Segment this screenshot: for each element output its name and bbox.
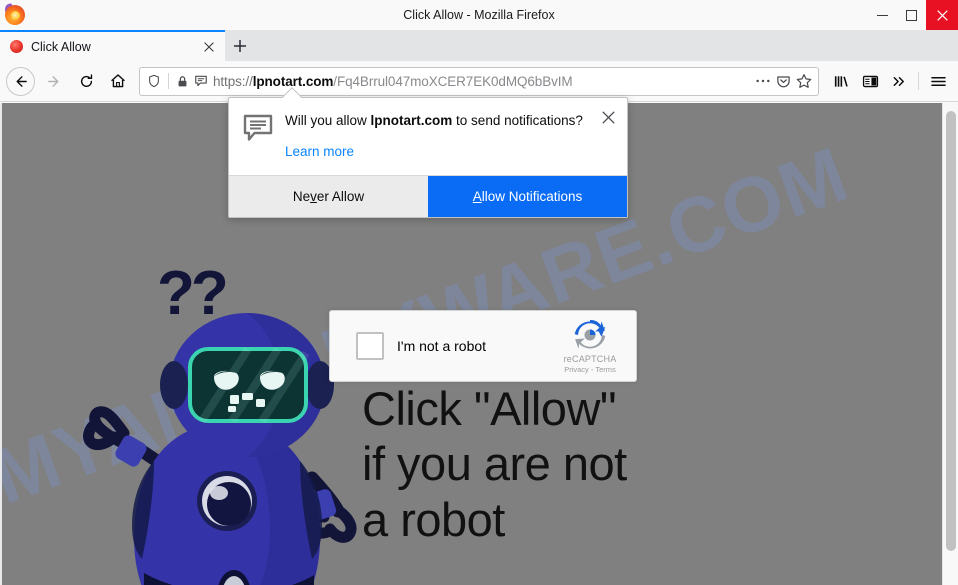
url-bar[interactable]: https://lpnotart.com/Fq4Brrul047moXCER7E… xyxy=(139,66,819,96)
home-icon[interactable] xyxy=(103,66,133,96)
browser-window: Click Allow - Mozilla Firefox Click Allo… xyxy=(0,0,958,585)
chevron-double-right-icon[interactable] xyxy=(885,66,913,96)
allow-notifications-button[interactable]: Allow Notifications xyxy=(428,176,627,218)
new-tab-button[interactable] xyxy=(225,30,255,61)
popup-actions: Never Allow Allow Notifications xyxy=(229,175,627,218)
recaptcha-checkbox[interactable] xyxy=(356,332,384,360)
robot-mascot-illustration: ?? xyxy=(62,253,392,585)
forward-arrow-icon[interactable] xyxy=(39,66,69,96)
message-prefix: Will you allow xyxy=(285,113,371,128)
url-scheme: https:// xyxy=(213,73,253,89)
pocket-icon[interactable] xyxy=(776,74,791,89)
recaptcha-logo-icon xyxy=(574,319,606,349)
recaptcha-label: I'm not a robot xyxy=(397,338,487,354)
navigation-toolbar: https://lpnotart.com/Fq4Brrul047moXCER7E… xyxy=(0,61,958,102)
heading-line-3: a robot xyxy=(362,492,505,546)
popup-texts: Will you allow lpnotart.com to send noti… xyxy=(285,112,613,161)
star-icon[interactable] xyxy=(796,73,812,89)
vertical-scroll-thumb[interactable] xyxy=(946,111,956,551)
toolbar-divider xyxy=(918,72,919,90)
title-bar: Click Allow - Mozilla Firefox xyxy=(0,0,958,30)
tab-close-icon[interactable] xyxy=(201,39,217,55)
maximize-button[interactable] xyxy=(897,0,926,30)
popup-body: Will you allow lpnotart.com to send noti… xyxy=(229,98,627,175)
tracking-protection-shield-icon[interactable] xyxy=(147,74,161,88)
allow-notifications-label: Allow Notifications xyxy=(472,189,583,205)
page-heading: Click "Allow" if you are not a robot xyxy=(362,381,958,547)
url-path: /Fq4Brrul047moXCER7EK0dMQ6bBvIM xyxy=(333,73,573,89)
window-controls xyxy=(868,0,958,30)
toolbar-right-actions xyxy=(827,66,952,96)
url-text[interactable]: https://lpnotart.com/Fq4Brrul047moXCER7E… xyxy=(213,74,750,89)
ellipsis-icon[interactable] xyxy=(755,74,771,88)
hamburger-menu-icon[interactable] xyxy=(924,66,952,96)
popup-close-icon[interactable] xyxy=(599,108,617,126)
learn-more-link[interactable]: Learn more xyxy=(285,144,354,159)
never-allow-button[interactable]: Never Allow xyxy=(229,176,428,218)
tab-strip: Click Allow xyxy=(0,30,958,61)
firefox-logo-icon xyxy=(3,2,25,25)
tab-title: Click Allow xyxy=(31,39,91,54)
message-host: lpnotart.com xyxy=(370,113,453,128)
url-host: lpnotart.com xyxy=(252,73,334,89)
heading-line-1: Click "Allow" xyxy=(362,382,617,435)
recaptcha-widget[interactable]: I'm not a robot reCAPTCHA Privacy - Term… xyxy=(329,310,637,382)
notification-permission-popup: Will you allow lpnotart.com to send noti… xyxy=(228,87,628,219)
recaptcha-brand: reCAPTCHA Privacy - Terms xyxy=(552,318,628,374)
sidebar-icon[interactable] xyxy=(856,66,884,96)
notification-permission-icon[interactable] xyxy=(194,74,208,88)
close-button[interactable] xyxy=(926,0,958,30)
recaptcha-brand-name: reCAPTCHA xyxy=(563,354,617,364)
reload-icon[interactable] xyxy=(71,66,101,96)
never-allow-label: Never Allow xyxy=(292,189,365,205)
vertical-scrollbar[interactable] xyxy=(942,103,958,585)
padlock-icon[interactable] xyxy=(176,75,189,88)
library-icon[interactable] xyxy=(827,66,855,96)
page-favicon-icon xyxy=(10,40,23,53)
urlbar-divider xyxy=(168,73,169,89)
recaptcha-terms[interactable]: Privacy - Terms xyxy=(564,365,616,374)
back-arrow-icon[interactable] xyxy=(6,66,35,96)
minimize-button[interactable] xyxy=(868,0,897,30)
speech-bubble-icon xyxy=(243,114,273,161)
heading-line-2: if you are not xyxy=(362,437,627,491)
permission-message: Will you allow lpnotart.com to send noti… xyxy=(285,112,595,130)
window-title: Click Allow - Mozilla Firefox xyxy=(403,8,555,22)
tab-click-allow[interactable]: Click Allow xyxy=(0,30,225,61)
message-suffix: to send notifications? xyxy=(452,113,583,128)
